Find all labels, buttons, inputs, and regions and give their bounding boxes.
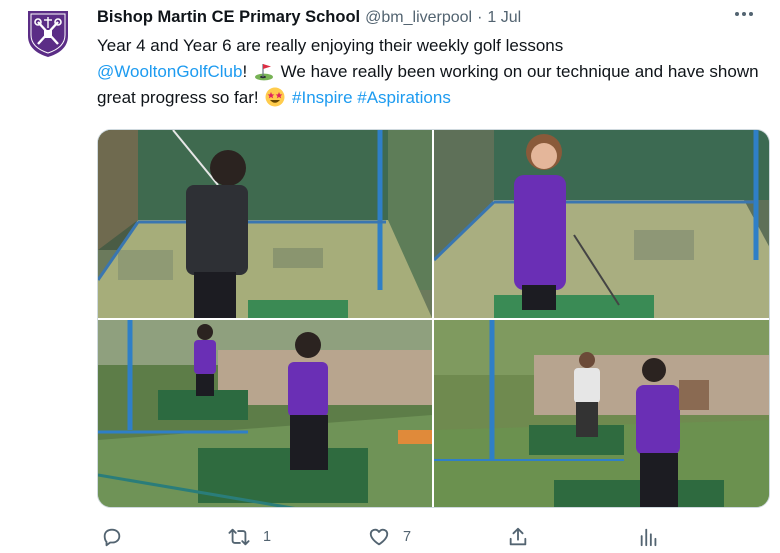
flag-in-hole-emoji [253, 61, 274, 81]
tweet-header: Bishop Martin CE Primary School @bm_live… [97, 8, 521, 30]
like-count: 7 [403, 529, 412, 545]
tweet-text-part2: ! [242, 62, 248, 81]
analytics-button[interactable] [638, 524, 660, 550]
retweet-count: 1 [263, 529, 272, 545]
star-struck-emoji [265, 87, 285, 107]
reply-button[interactable] [101, 524, 136, 550]
tweet: Bishop Martin CE Primary School @bm_live… [0, 0, 780, 553]
photo-golf-cage-girl[interactable] [434, 130, 769, 318]
analytics-icon [640, 528, 657, 547]
tweet-date[interactable]: 1 Jul [487, 9, 521, 27]
more-options-icon [735, 12, 753, 16]
more-options-button[interactable] [732, 6, 756, 22]
heart-icon [369, 528, 389, 546]
hashtag-aspirations[interactable]: #Aspirations [357, 88, 451, 107]
author-name[interactable]: Bishop Martin CE Primary School [97, 8, 360, 27]
author-handle[interactable]: @bm_liverpool [365, 9, 472, 27]
share-button[interactable] [507, 524, 529, 550]
media-grid [97, 129, 770, 508]
school-crest-icon [28, 11, 68, 57]
tweet-text-part1: Year 4 and Year 6 are really enjoying th… [97, 36, 564, 55]
share-icon [509, 527, 527, 546]
avatar[interactable] [24, 8, 72, 58]
tweet-text: Year 4 and Year 6 are really enjoying th… [97, 33, 767, 111]
retweet-button[interactable]: 1 [228, 524, 271, 550]
like-button[interactable]: 7 [368, 524, 411, 550]
photo-driving-range-girl[interactable] [434, 320, 769, 507]
photo-golf-cage-boy[interactable] [98, 130, 432, 318]
reply-icon [103, 528, 121, 547]
photo-driving-range-boy[interactable] [98, 320, 432, 507]
mention-link[interactable]: @WooltonGolfClub [97, 62, 242, 81]
hashtag-inspire[interactable]: #Inspire [292, 88, 352, 107]
retweet-icon [228, 528, 250, 546]
separator-dot: · [477, 9, 483, 26]
action-bar: 1 7 [97, 524, 677, 550]
